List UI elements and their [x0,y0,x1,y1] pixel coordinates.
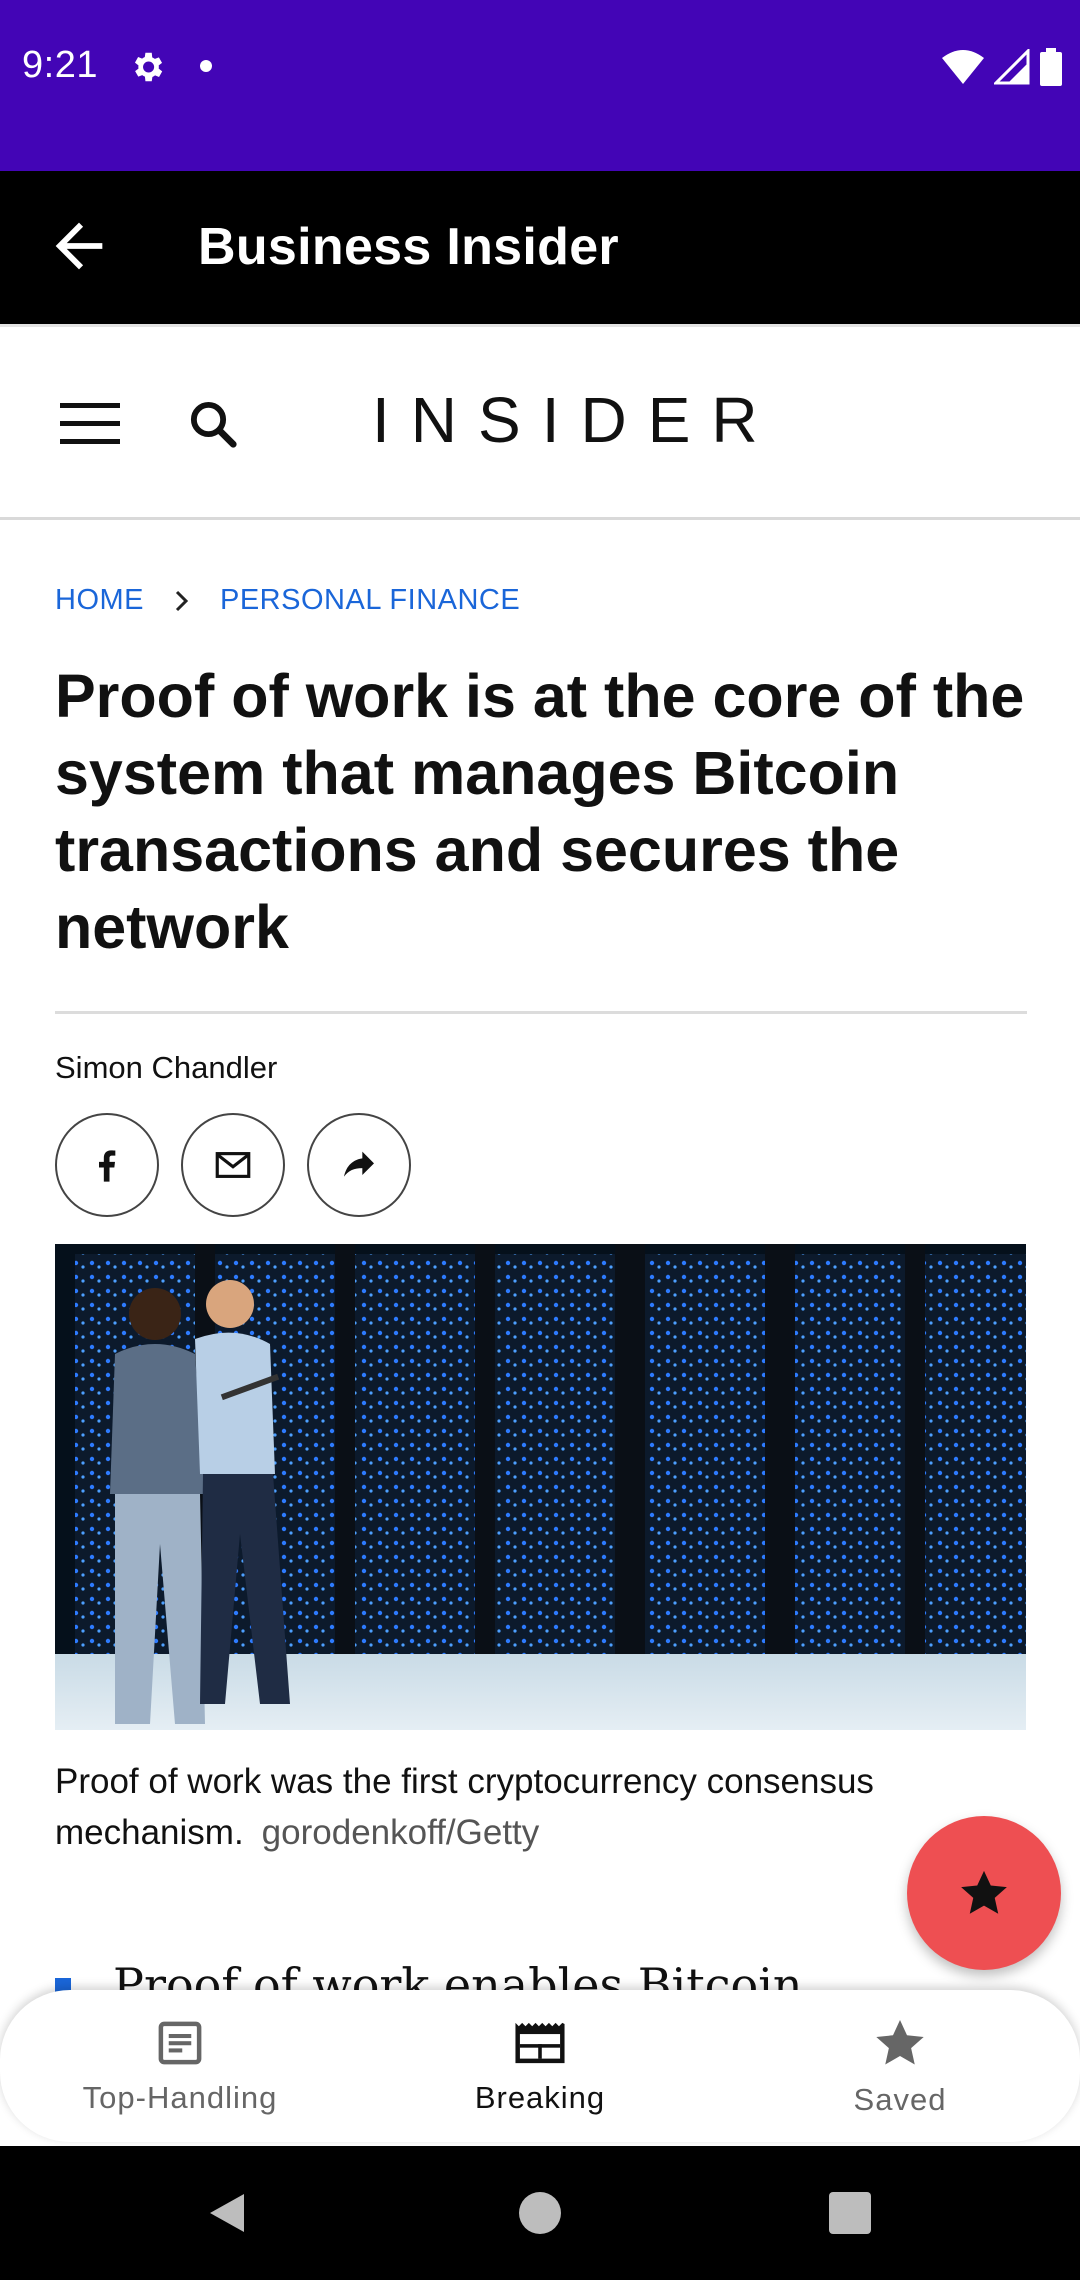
article-bullet: Proof of work enables Bitcoin [55,1958,1035,1992]
app-title: Business Insider [198,218,619,276]
status-time: 9:21 [22,44,98,86]
star-icon [961,1870,1007,1914]
nav-label-saved: Saved [853,2082,947,2117]
nav-saved[interactable]: Saved [720,1990,1080,2142]
server-room-photo [55,1244,1026,1730]
email-share-button[interactable] [181,1113,285,1217]
article-icon [158,2021,202,2065]
facebook-share-button[interactable] [55,1113,159,1217]
favorite-fab-button[interactable] [907,1816,1061,1970]
star-icon [876,2020,924,2065]
app-bar: Business Insider [0,171,1080,324]
signal-icon [994,49,1030,85]
nav-top-handling[interactable]: Top-Handling [0,1990,360,2142]
newspaper-icon [515,2022,565,2064]
wifi-icon [942,50,984,84]
arrow-left-icon[interactable] [44,211,114,281]
site-header: INSIDER [0,324,1080,520]
battery-icon [1040,48,1062,86]
image-caption: Proof of work was the first cryptocurren… [55,1756,955,1858]
share-buttons [55,1113,411,1217]
facebook-icon [99,1150,116,1182]
system-home-icon[interactable] [519,2192,561,2234]
email-icon [215,1152,251,1178]
search-icon[interactable] [186,397,240,451]
system-back-icon[interactable] [204,2190,250,2236]
nav-label-breaking: Breaking [474,2080,606,2115]
nav-label-top-handling: Top-Handling [82,2080,278,2115]
breadcrumb-home[interactable]: HOME [55,584,144,617]
system-navigation-bar [0,2146,1080,2280]
article-author[interactable]: Simon Chandler [55,1050,277,1086]
share-forward-icon [344,1151,374,1177]
article-headline: Proof of work is at the core of the syst… [55,662,1025,961]
forward-share-button[interactable] [307,1113,411,1217]
bullet-text: Proof of work enables Bitcoin [113,1958,803,1992]
image-credit: gorodenkoff/Getty [261,1813,540,1852]
article-hero-image [55,1244,1026,1730]
nav-breaking[interactable]: Breaking [360,1990,720,2142]
site-logo[interactable]: INSIDER [372,383,779,457]
system-recents-icon[interactable] [829,2192,871,2234]
breadcrumb-personal-finance[interactable]: PERSONAL FINANCE [220,584,520,617]
status-bar: 9:21 [0,0,1080,171]
divider [55,1011,1027,1014]
hamburger-menu-icon[interactable] [58,399,122,449]
status-icons [942,48,1062,86]
breadcrumb: HOME PERSONAL FINANCE [55,584,520,617]
bottom-navigation: Top-Handling Breaking Saved [0,1990,1080,2142]
chevron-right-icon [175,590,189,611]
notification-dot-icon [200,60,212,72]
gear-icon [134,52,163,82]
